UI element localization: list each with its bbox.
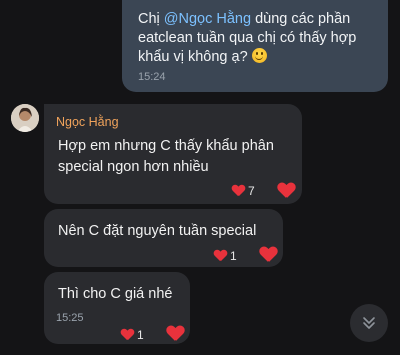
message-prefix: Chị — [138, 11, 164, 27]
chevron-double-down-icon — [363, 317, 375, 329]
message-time: 15:24 — [138, 71, 166, 83]
chat-view: Chị @Ngọc Hằng dùng các phần eatclean tu… — [0, 0, 400, 355]
reaction-badge[interactable]: 1 — [214, 249, 237, 263]
reaction-badge[interactable]: 1 — [121, 328, 144, 342]
message-time: 15:25 — [56, 312, 84, 324]
message-text: Hợp em nhưng C thấy khẩu phân special ng… — [58, 138, 274, 175]
message-text: Thì cho C giá nhé — [58, 286, 173, 302]
incoming-message[interactable]: Nên C đặt nguyên tuần special — [44, 209, 283, 267]
reaction-count: 1 — [137, 328, 144, 342]
smile-emoji-icon — [251, 48, 267, 63]
avatar[interactable] — [11, 104, 39, 132]
sender-name[interactable]: Ngọc Hằng — [56, 115, 119, 129]
reaction-count: 1 — [230, 249, 237, 263]
heart-icon[interactable] — [260, 247, 278, 263]
mention-link[interactable]: @Ngọc Hằng — [164, 11, 251, 27]
heart-icon — [232, 185, 245, 197]
reaction-badge[interactable]: 7 — [232, 184, 255, 198]
heart-icon[interactable] — [167, 326, 185, 342]
outgoing-message[interactable]: Chị @Ngọc Hằng dùng các phần eatclean tu… — [122, 0, 388, 92]
outgoing-message-text: Chị @Ngọc Hằng dùng các phần eatclean tu… — [138, 10, 376, 67]
heart-icon[interactable] — [278, 183, 296, 199]
scroll-to-bottom-button[interactable] — [350, 304, 388, 342]
message-text: Nên C đặt nguyên tuần special — [58, 223, 257, 239]
incoming-message[interactable]: Ngọc Hằng Hợp em nhưng C thấy khẩu phân … — [44, 104, 302, 204]
reaction-count: 7 — [248, 184, 255, 198]
heart-icon — [214, 250, 227, 262]
heart-icon — [121, 329, 134, 341]
